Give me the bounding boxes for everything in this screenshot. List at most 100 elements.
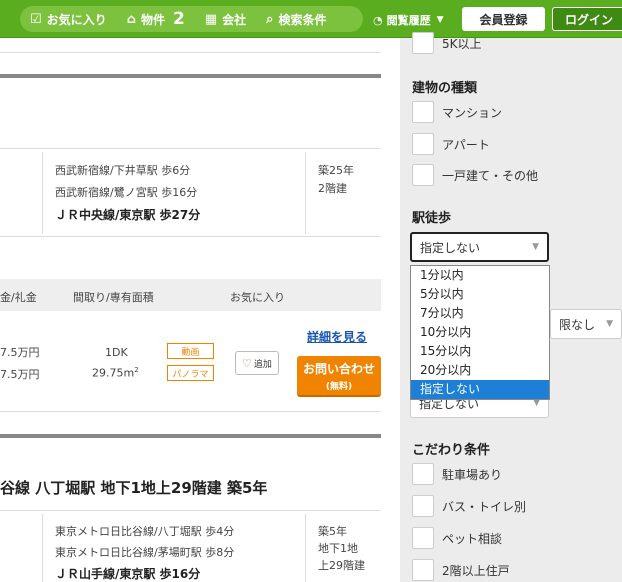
station-walk-heading: 駅徒歩 (412, 211, 452, 226)
main-nav: ☑ お気に入り ⌂ 物件 2 ▦ 会社 ⌕ 検索条件 (20, 6, 363, 32)
register-button[interactable]: 会員登録 (462, 7, 545, 31)
nav-companies[interactable]: ▦ 会社 (195, 6, 256, 32)
filter-label: 5K以上 (442, 36, 482, 51)
building-type-heading: 建物の種類 (412, 81, 478, 96)
dropdown-option[interactable]: 5分以内 (411, 285, 549, 304)
inquiry-label: お問い合わせ (302, 361, 375, 376)
nav-favorites[interactable]: ☑ お気に入り (20, 6, 117, 32)
filter-mansion[interactable]: マンション (412, 101, 502, 123)
divider (0, 236, 381, 237)
section-bar (0, 434, 381, 438)
filter-label: 2階以上住戸 (442, 563, 510, 578)
checkbox[interactable] (412, 133, 434, 155)
col-layout: 間取り/専有面積 (73, 291, 154, 304)
filter-label: 駐車場あり (442, 467, 503, 482)
divider (305, 514, 306, 582)
station-walk-dropdown: 1分以内 5分以内 7分以内 10分以内 15分以内 20分以内 指定しない (410, 265, 550, 400)
clock-icon: ◔ (373, 13, 383, 27)
filter-house[interactable]: 一戸建て・その他 (412, 164, 538, 186)
panorama-tag[interactable]: パノラマ (167, 365, 214, 381)
building-age: 築5年 (318, 525, 347, 538)
dropdown-option[interactable]: 10分以内 (411, 323, 549, 342)
video-tag[interactable]: 動画 (167, 343, 214, 359)
history-menu[interactable]: ◔ 閲覧履歴 ▼ (373, 12, 444, 28)
checkbox[interactable] (412, 164, 434, 186)
table-header: 金/礼金 間取り/専有面積 お気に入り (0, 279, 381, 311)
history-label: 閲覧履歴 (386, 14, 431, 27)
nav-favorites-label: お気に入り (46, 12, 107, 27)
col-deposit: 金/礼金 (0, 291, 37, 304)
detail-link[interactable]: 詳細を見る (307, 328, 367, 345)
building-floors: 地下1地 (318, 542, 358, 555)
building-floors: 上29階建 (318, 559, 365, 572)
deposit-value: 7.5万円 (0, 346, 40, 359)
filter-select[interactable]: 限なし ▼ (550, 309, 622, 339)
checkbox[interactable] (412, 463, 434, 485)
access-line: 西武新宿線/下井草駅 歩6分 (55, 164, 191, 177)
heart-icon: ♡ (242, 356, 252, 370)
filter-2nd-floor[interactable]: 2階以上住戸 (412, 559, 510, 581)
filter-label: アパート (442, 137, 490, 152)
area-unit-sup: 2 (134, 366, 139, 374)
dropdown-option[interactable]: 1分以内 (411, 266, 549, 285)
filter-apartment[interactable]: アパート (412, 133, 490, 155)
checkbox[interactable] (412, 527, 434, 549)
col-favorite: お気に入り (230, 291, 285, 304)
checkbox[interactable] (412, 495, 434, 517)
station-walk-select[interactable]: 指定しない ▼ (410, 232, 549, 262)
listing-area: 西武新宿線/下井草駅 歩6分 西武新宿線/鷺ノ宮駅 歩16分 ＪＲ中央線/東京駅… (0, 38, 400, 582)
login-button[interactable]: ログイン (552, 7, 622, 31)
caret-down-icon: ▼ (532, 242, 539, 252)
site-header: ☑ お気に入り ⌂ 物件 2 ▦ 会社 ⌕ 検索条件 ◔ 閲覧履歴 ▼ 会員登録… (0, 0, 622, 38)
key-money-value: 7.5万円 (0, 368, 40, 381)
divider (42, 152, 43, 234)
filter-select-value: 限なし (559, 317, 596, 332)
dropdown-option[interactable]: 7分以内 (411, 304, 549, 323)
inquiry-button[interactable]: お問い合わせ (無料) (297, 356, 381, 397)
nav-properties-count: 2 (173, 9, 185, 29)
filter-label: 一戸建て・その他 (442, 168, 539, 183)
filter-label: ペット相談 (442, 531, 503, 546)
divider (42, 514, 43, 582)
nav-search-conditions-label: 検索条件 (278, 12, 327, 27)
divider (0, 510, 381, 511)
filter-label: マンション (442, 105, 503, 120)
dropdown-option-selected[interactable]: 指定しない (411, 380, 549, 399)
filter-separate-bath[interactable]: バス・トイレ別 (412, 495, 526, 517)
access-line: 東京メトロ日比谷線/茅場町駅 歩8分 (55, 546, 235, 559)
special-conditions-heading: こだわり条件 (412, 443, 491, 458)
caret-down-icon: ▼ (606, 319, 613, 329)
dropdown-option[interactable]: 20分以内 (411, 361, 549, 380)
listing-title[interactable]: 谷線 八丁堀駅 地下1地上29階建 築5年 (0, 477, 267, 498)
access-line: 西武新宿線/鷺ノ宮駅 歩16分 (55, 186, 198, 199)
filter-label: バス・トイレ別 (442, 499, 527, 514)
filter-pets[interactable]: ペット相談 (412, 527, 502, 549)
building-age: 築25年 (318, 164, 354, 177)
nav-properties[interactable]: ⌂ 物件 2 (117, 6, 195, 32)
filter-parking[interactable]: 駐車場あり (412, 463, 502, 485)
building-floors: 2階建 (318, 182, 347, 195)
area-value: 29.75m2 (92, 366, 139, 380)
house-icon: ⌂ (126, 11, 136, 27)
area-number: 29.75m (92, 366, 135, 380)
building-icon: ▦ (204, 11, 218, 27)
add-favorite-button[interactable]: ♡ 追加 (235, 351, 279, 375)
section-bar (0, 74, 381, 78)
layout-value: 1DK (105, 346, 128, 359)
divider (305, 152, 306, 234)
divider (0, 52, 381, 53)
station-walk-select-value: 指定しない (420, 240, 481, 255)
access-line: ＪＲ中央線/東京駅 歩27分 (55, 208, 201, 222)
nav-search-conditions[interactable]: ⌕ 検索条件 (256, 6, 336, 32)
nav-companies-label: 会社 (222, 12, 247, 27)
checkbox[interactable] (412, 101, 434, 123)
dropdown-option[interactable]: 15分以内 (411, 342, 549, 361)
divider (0, 148, 381, 149)
caret-down-icon: ▼ (436, 15, 444, 25)
checkbox[interactable] (412, 559, 434, 581)
nav-properties-label: 物件 (140, 12, 165, 27)
search-icon: ⌕ (266, 11, 274, 27)
checkbox[interactable] (412, 32, 434, 54)
checkbox-icon: ☑ (30, 11, 42, 27)
filter-5k-or-more[interactable]: 5K以上 (412, 32, 482, 54)
